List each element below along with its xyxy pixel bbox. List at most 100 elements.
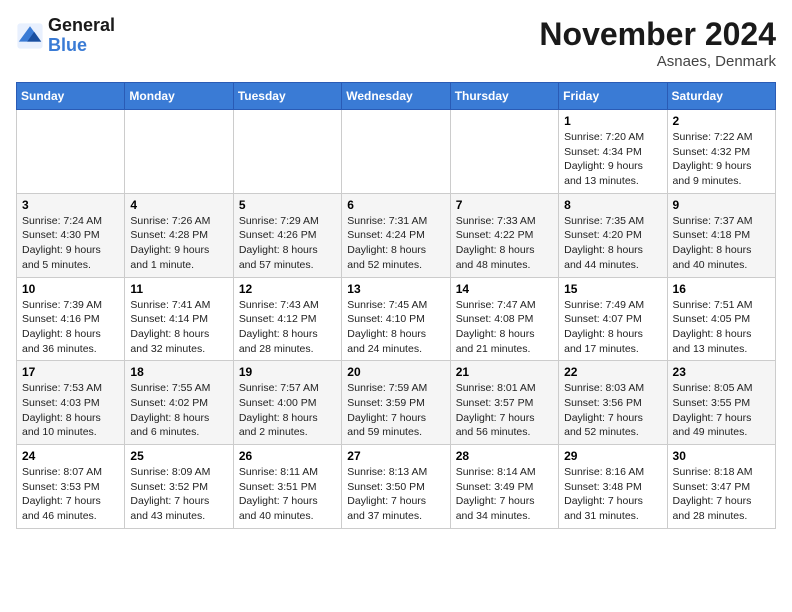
day-number: 5 <box>239 198 336 212</box>
day-number: 25 <box>130 449 227 463</box>
calendar-cell: 29 Sunrise: 8:16 AM Sunset: 3:48 PM Dayli… <box>559 445 667 529</box>
day-info: Sunrise: 7:39 AM Sunset: 4:16 PM Dayligh… <box>22 298 119 357</box>
day-info: Sunrise: 8:05 AM Sunset: 3:55 PM Dayligh… <box>673 381 770 440</box>
day-info: Sunrise: 7:20 AM Sunset: 4:34 PM Dayligh… <box>564 130 661 189</box>
day-info: Sunrise: 7:51 AM Sunset: 4:05 PM Dayligh… <box>673 298 770 357</box>
calendar-cell: 7 Sunrise: 7:33 AM Sunset: 4:22 PM Daylig… <box>450 193 558 277</box>
day-info: Sunrise: 8:14 AM Sunset: 3:49 PM Dayligh… <box>456 465 553 524</box>
day-info: Sunrise: 7:45 AM Sunset: 4:10 PM Dayligh… <box>347 298 444 357</box>
day-header-wednesday: Wednesday <box>342 83 450 110</box>
day-header-monday: Monday <box>125 83 233 110</box>
calendar-cell: 24 Sunrise: 8:07 AM Sunset: 3:53 PM Dayli… <box>17 445 125 529</box>
day-info: Sunrise: 8:09 AM Sunset: 3:52 PM Dayligh… <box>130 465 227 524</box>
day-header-friday: Friday <box>559 83 667 110</box>
calendar-cell: 11 Sunrise: 7:41 AM Sunset: 4:14 PM Dayli… <box>125 277 233 361</box>
day-number: 7 <box>456 198 553 212</box>
calendar-cell: 14 Sunrise: 7:47 AM Sunset: 4:08 PM Dayli… <box>450 277 558 361</box>
day-number: 26 <box>239 449 336 463</box>
day-number: 1 <box>564 114 661 128</box>
calendar-cell: 18 Sunrise: 7:55 AM Sunset: 4:02 PM Dayli… <box>125 361 233 445</box>
day-number: 17 <box>22 365 119 379</box>
calendar-cell: 1 Sunrise: 7:20 AM Sunset: 4:34 PM Daylig… <box>559 110 667 194</box>
location: Asnaes, Denmark <box>539 53 776 70</box>
day-number: 20 <box>347 365 444 379</box>
day-info: Sunrise: 7:47 AM Sunset: 4:08 PM Dayligh… <box>456 298 553 357</box>
day-info: Sunrise: 8:07 AM Sunset: 3:53 PM Dayligh… <box>22 465 119 524</box>
day-number: 16 <box>673 282 770 296</box>
calendar-cell: 26Sunrise: 8:11 AM Sunset: 3:51 PM Dayli… <box>233 445 341 529</box>
day-info: Sunrise: 7:43 AM Sunset: 4:12 PM Dayligh… <box>239 298 336 357</box>
calendar-cell: 23 Sunrise: 8:05 AM Sunset: 3:55 PM Dayli… <box>667 361 775 445</box>
calendar-cell: 13 Sunrise: 7:45 AM Sunset: 4:10 PM Dayli… <box>342 277 450 361</box>
calendar-cell: 4 Sunrise: 7:26 AM Sunset: 4:28 PM Daylig… <box>125 193 233 277</box>
day-number: 18 <box>130 365 227 379</box>
day-info: Sunrise: 7:35 AM Sunset: 4:20 PM Dayligh… <box>564 214 661 273</box>
calendar-cell <box>450 110 558 194</box>
day-number: 11 <box>130 282 227 296</box>
day-info: Sunrise: 7:31 AM Sunset: 4:24 PM Dayligh… <box>347 214 444 273</box>
day-info: Sunrise: 7:57 AM Sunset: 4:00 PM Dayligh… <box>239 381 336 440</box>
day-info: Sunrise: 8:13 AM Sunset: 3:50 PM Dayligh… <box>347 465 444 524</box>
day-number: 27 <box>347 449 444 463</box>
day-header-saturday: Saturday <box>667 83 775 110</box>
day-number: 28 <box>456 449 553 463</box>
day-info: Sunrise: 7:49 AM Sunset: 4:07 PM Dayligh… <box>564 298 661 357</box>
day-number: 4 <box>130 198 227 212</box>
calendar-cell: 30 Sunrise: 8:18 AM Sunset: 3:47 PM Dayli… <box>667 445 775 529</box>
calendar-cell: 20 Sunrise: 7:59 AM Sunset: 3:59 PM Dayli… <box>342 361 450 445</box>
day-number: 2 <box>673 114 770 128</box>
day-info: Sunrise: 7:41 AM Sunset: 4:14 PM Dayligh… <box>130 298 227 357</box>
title-block: November 2024 Asnaes, Denmark <box>539 16 776 70</box>
day-number: 30 <box>673 449 770 463</box>
day-number: 13 <box>347 282 444 296</box>
day-info: Sunrise: 7:22 AM Sunset: 4:32 PM Dayligh… <box>673 130 770 189</box>
day-info: Sunrise: 7:53 AM Sunset: 4:03 PM Dayligh… <box>22 381 119 440</box>
day-info: Sunrise: 7:59 AM Sunset: 3:59 PM Dayligh… <box>347 381 444 440</box>
day-number: 14 <box>456 282 553 296</box>
calendar: SundayMondayTuesdayWednesdayThursdayFrid… <box>16 82 776 529</box>
calendar-cell: 28 Sunrise: 8:14 AM Sunset: 3:49 PM Dayli… <box>450 445 558 529</box>
calendar-cell: 10 Sunrise: 7:39 AM Sunset: 4:16 PM Dayli… <box>17 277 125 361</box>
day-number: 23 <box>673 365 770 379</box>
calendar-cell: 6 Sunrise: 7:31 AM Sunset: 4:24 PM Daylig… <box>342 193 450 277</box>
day-info: Sunrise: 7:55 AM Sunset: 4:02 PM Dayligh… <box>130 381 227 440</box>
day-number: 15 <box>564 282 661 296</box>
day-number: 12 <box>239 282 336 296</box>
day-number: 21 <box>456 365 553 379</box>
day-header-tuesday: Tuesday <box>233 83 341 110</box>
day-number: 3 <box>22 198 119 212</box>
calendar-cell: 16 Sunrise: 7:51 AM Sunset: 4:05 PM Dayli… <box>667 277 775 361</box>
logo: GeneralBlue <box>16 16 115 56</box>
calendar-cell <box>125 110 233 194</box>
month-title: November 2024 <box>539 16 776 53</box>
logo-icon <box>16 22 44 50</box>
calendar-cell <box>233 110 341 194</box>
day-number: 6 <box>347 198 444 212</box>
day-number: 29 <box>564 449 661 463</box>
day-info: Sunrise: 7:33 AM Sunset: 4:22 PM Dayligh… <box>456 214 553 273</box>
day-number: 8 <box>564 198 661 212</box>
day-number: 9 <box>673 198 770 212</box>
calendar-cell: 21Sunrise: 8:01 AM Sunset: 3:57 PM Dayli… <box>450 361 558 445</box>
calendar-cell: 3 Sunrise: 7:24 AM Sunset: 4:30 PM Daylig… <box>17 193 125 277</box>
day-header-thursday: Thursday <box>450 83 558 110</box>
day-number: 22 <box>564 365 661 379</box>
day-info: Sunrise: 8:16 AM Sunset: 3:48 PM Dayligh… <box>564 465 661 524</box>
day-info: Sunrise: 8:03 AM Sunset: 3:56 PM Dayligh… <box>564 381 661 440</box>
calendar-cell <box>342 110 450 194</box>
day-number: 24 <box>22 449 119 463</box>
day-number: 10 <box>22 282 119 296</box>
calendar-cell: 22 Sunrise: 8:03 AM Sunset: 3:56 PM Dayli… <box>559 361 667 445</box>
day-info: Sunrise: 8:18 AM Sunset: 3:47 PM Dayligh… <box>673 465 770 524</box>
day-info: Sunrise: 7:26 AM Sunset: 4:28 PM Dayligh… <box>130 214 227 273</box>
day-info: Sunrise: 7:24 AM Sunset: 4:30 PM Dayligh… <box>22 214 119 273</box>
page-header: GeneralBlue November 2024 Asnaes, Denmar… <box>16 16 776 70</box>
calendar-cell: 8 Sunrise: 7:35 AM Sunset: 4:20 PM Daylig… <box>559 193 667 277</box>
day-info: Sunrise: 7:29 AM Sunset: 4:26 PM Dayligh… <box>239 214 336 273</box>
calendar-cell: 27 Sunrise: 8:13 AM Sunset: 3:50 PM Dayli… <box>342 445 450 529</box>
day-number: 19 <box>239 365 336 379</box>
calendar-cell: 17 Sunrise: 7:53 AM Sunset: 4:03 PM Dayli… <box>17 361 125 445</box>
calendar-cell: 5 Sunrise: 7:29 AM Sunset: 4:26 PM Daylig… <box>233 193 341 277</box>
day-info: Sunrise: 7:37 AM Sunset: 4:18 PM Dayligh… <box>673 214 770 273</box>
day-header-sunday: Sunday <box>17 83 125 110</box>
